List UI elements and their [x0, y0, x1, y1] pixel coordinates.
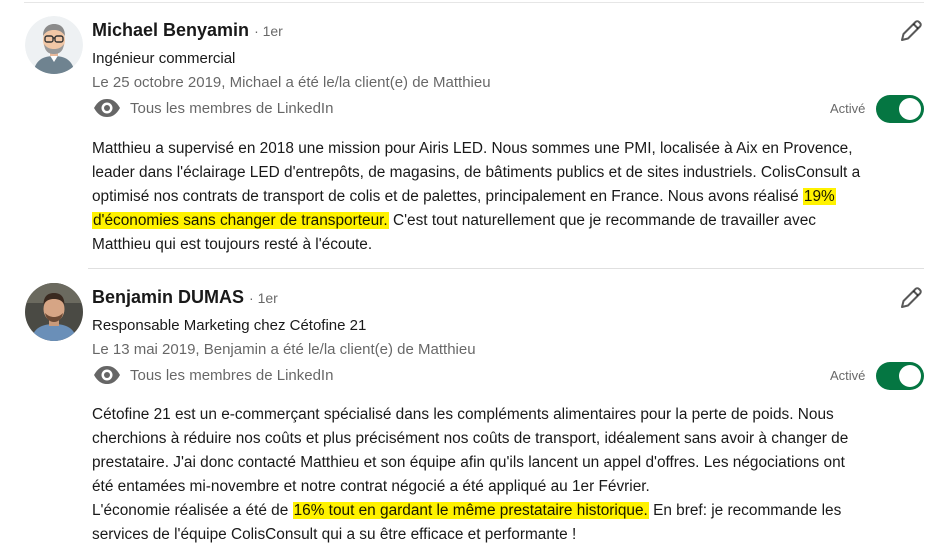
connection-degree: · 1er: [249, 290, 278, 306]
avatar[interactable]: [25, 16, 83, 74]
toggle-knob: [899, 365, 921, 387]
text-line: Matthieu a supervisé en 2018 une mission…: [92, 140, 853, 157]
eye-icon: [94, 99, 120, 117]
recommendation-card: Benjamin DUMAS · 1er Responsable Marketi…: [0, 268, 945, 558]
highlighted-text: 19%: [802, 188, 836, 205]
avatar-photo: [25, 283, 83, 341]
visibility-toggle[interactable]: [876, 362, 924, 390]
visibility-setting[interactable]: Tous les membres de LinkedIn: [92, 364, 333, 386]
name-row: Michael Benyamin · 1er: [92, 20, 283, 41]
recommender-headline: Responsable Marketing chez Cétofine 21: [92, 317, 367, 334]
avatar-illustration: [25, 16, 83, 74]
text-line: services de l'équipe ColisConsult qui a …: [92, 526, 577, 543]
text-line: L'économie réalisée a été de 16% tout en…: [92, 499, 922, 523]
recommendation-text: Matthieu a supervisé en 2018 une mission…: [92, 137, 922, 257]
name-row: Benjamin DUMAS · 1er: [92, 287, 278, 308]
pencil-icon[interactable]: [898, 18, 924, 44]
recommendation-date: Le 25 octobre 2019, Michael a été le/la …: [92, 74, 491, 91]
text-line: leader dans l'éclairage LED d'entrepôts,…: [92, 164, 861, 181]
text-line: été entamées mi-novembre et notre contra…: [92, 478, 650, 495]
recommender-headline: Ingénieur commercial: [92, 50, 236, 67]
text-segment: C'est tout naturellement que je recomman…: [388, 212, 816, 229]
recommender-name[interactable]: Michael Benyamin: [92, 20, 249, 41]
toggle-knob: [899, 98, 921, 120]
text-line: Matthieu qui est toujours resté à l'écou…: [92, 236, 373, 253]
status-label: Activé: [830, 368, 866, 383]
text-segment: En bref: je recommande les: [648, 502, 842, 519]
avatar[interactable]: [25, 283, 83, 341]
recommendation-text: Cétofine 21 est un e-commerçant spéciali…: [92, 403, 922, 547]
eye-icon: [94, 366, 120, 384]
visibility-label: Tous les membres de LinkedIn: [130, 99, 334, 117]
recommendation-date: Le 13 mai 2019, Benjamin a été le/la cli…: [92, 341, 476, 358]
recommendation-card: Michael Benyamin · 1er Ingénieur commerc…: [0, 0, 945, 268]
visibility-setting[interactable]: Tous les membres de LinkedIn: [92, 97, 333, 119]
highlighted-text: 16% tout en gardant le même prestataire …: [292, 502, 649, 519]
pencil-icon[interactable]: [898, 285, 924, 311]
text-line: prestataire. J'ai donc contacté Matthieu…: [92, 454, 845, 471]
text-line: optimisé nos contrats de transport de co…: [92, 185, 922, 209]
text-line: Cétofine 21 est un e-commerçant spéciali…: [92, 406, 834, 423]
recommender-name[interactable]: Benjamin DUMAS: [92, 287, 244, 308]
text-line: cherchions à réduire nos coûts et plus p…: [92, 430, 849, 447]
text-segment: optimisé nos contrats de transport de co…: [92, 188, 803, 205]
highlighted-text: d'économies sans changer de transporteur…: [92, 212, 389, 229]
status-label: Activé: [830, 101, 866, 116]
connection-degree: · 1er: [254, 23, 283, 39]
text-line: d'économies sans changer de transporteur…: [92, 209, 922, 233]
text-segment: L'économie réalisée a été de: [92, 502, 293, 519]
visibility-label: Tous les membres de LinkedIn: [130, 366, 334, 384]
visibility-toggle[interactable]: [876, 95, 924, 123]
